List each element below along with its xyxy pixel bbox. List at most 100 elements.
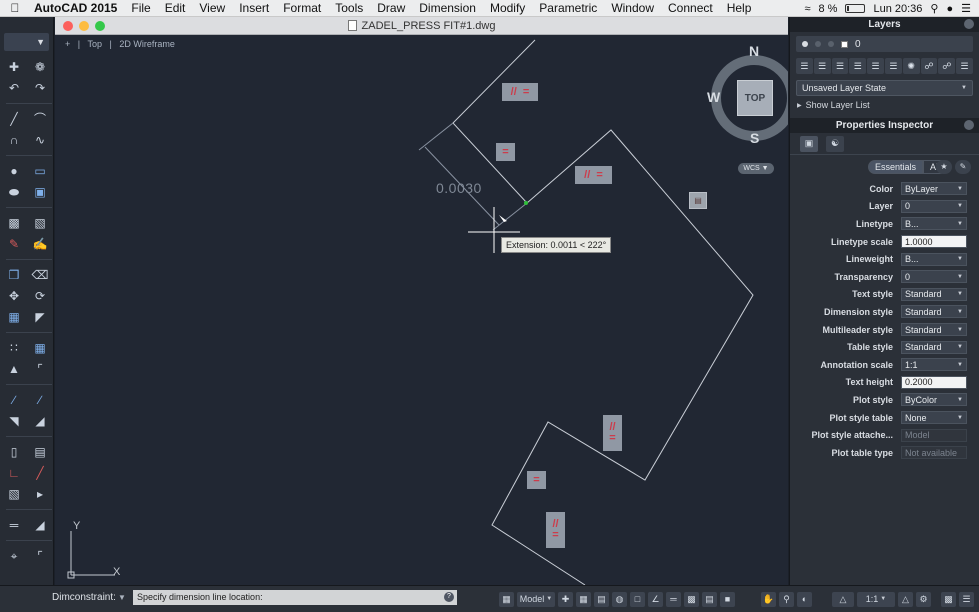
insert-block-icon[interactable]: ▧ [32,215,48,231]
quick-select-icon[interactable]: ★ [936,160,952,174]
wifi-icon[interactable]: ≈ [804,3,810,15]
ellipse-icon[interactable]: ⬬ [6,184,22,200]
menu-window[interactable]: Window [604,1,661,15]
measure-icon[interactable]: ⌖ [6,548,22,564]
region-icon[interactable]: ▣ [32,184,48,200]
battery-icon[interactable] [845,4,866,13]
pan-icon[interactable]: ✋ [761,591,776,607]
property-value[interactable]: ByColor ▼ [901,393,967,407]
customize-icon[interactable]: ☰ [959,591,974,607]
layer-color-icon[interactable] [841,40,848,48]
grid-icon[interactable]: ▦ [576,591,591,607]
aligned-dim-icon[interactable]: ◢ [32,517,48,533]
property-value[interactable]: B... ▼ [901,252,967,266]
layer-state-dropdown[interactable]: Unsaved Layer State ▼ [796,80,973,96]
palette-selector[interactable]: ▼ [4,33,49,51]
block-icon[interactable]: ▩ [6,215,22,231]
constraint-marker[interactable]: //= [603,415,622,451]
constraint-marker[interactable]: = [496,143,515,161]
zoom-icon[interactable]: ⚲ [779,591,794,607]
menu-tools[interactable]: Tools [328,1,370,15]
viewcube-top-face[interactable]: TOP [737,80,773,116]
dimension-icon[interactable]: ∟ [6,465,22,481]
layer-tool-icon[interactable]: ☰ [849,58,867,74]
arc-icon[interactable]: ⌒ [32,111,48,127]
wcs-menu[interactable]: WCS ▼ [738,163,774,174]
help-icon[interactable]: ? [444,592,454,602]
drawing-canvas[interactable]: + | Top | 2D Wireframe // = = // = //= =… [55,35,788,585]
extend-icon[interactable]: ∕ [32,392,48,408]
pick-icon[interactable]: ✎ [955,160,971,174]
plot-icon[interactable]: ▤ [689,192,707,209]
menu-dimension[interactable]: Dimension [412,1,483,15]
spline-icon[interactable]: ∿ [32,132,48,148]
layer-tool-icon[interactable]: ✺ [902,58,920,74]
property-value[interactable]: 1.0000 [901,235,967,249]
move-tool-icon[interactable]: ✚ [6,59,22,75]
selection-cycling-icon[interactable]: ▤ [702,591,717,607]
orbit-icon[interactable]: ◐ [797,591,812,607]
menu-view[interactable]: View [192,1,232,15]
object-snap-icon[interactable]: □ [630,591,645,607]
table-icon[interactable]: ▧ [6,486,22,502]
close-button[interactable] [63,21,73,31]
layer-tool-icon[interactable]: ☰ [831,58,849,74]
join-icon[interactable]: ▤ [32,444,48,460]
lineweight-icon[interactable]: ═ [666,591,681,607]
tab-object-icon[interactable]: ☯ [826,135,844,152]
workspace-icon[interactable]: ⚙ [916,591,931,607]
close-icon[interactable] [964,120,974,130]
layer-tool-icon[interactable]: ☍ [938,58,956,74]
rotate-icon[interactable]: ⟳ [32,288,48,304]
copy-icon[interactable]: ❒ [6,267,22,283]
layer-freeze-icon[interactable] [828,41,834,47]
search-icon[interactable]: ⚲ [930,2,938,15]
explode-icon[interactable]: ▯ [6,444,22,460]
undo-icon[interactable]: ↶ [6,80,22,96]
annotation-visibility-icon[interactable]: △ [832,591,854,607]
property-value[interactable]: None ▼ [901,411,967,425]
menu-app-name[interactable]: AutoCAD 2015 [30,1,124,15]
property-value[interactable]: 0.2000 [901,375,967,389]
property-value[interactable]: Standard ▼ [901,340,967,354]
show-layer-list-toggle[interactable]: ▶ Show Layer List [797,100,979,110]
menu-connect[interactable]: Connect [661,1,720,15]
property-value[interactable]: Standard ▼ [901,305,967,319]
tab-properties-icon[interactable]: ▣ [800,135,818,152]
property-value[interactable]: 1:1 ▼ [901,358,967,372]
snap-icon[interactable]: ✚ [558,591,573,607]
text-icon[interactable]: ▸ [32,486,48,502]
array-icon[interactable]: ∷ [6,340,22,356]
property-value[interactable]: 0 ▼ [901,270,967,284]
menu-help[interactable]: Help [720,1,759,15]
menu-draw[interactable]: Draw [370,1,412,15]
grid-array-icon[interactable]: ▦ [32,340,48,356]
menu-edit[interactable]: Edit [158,1,193,15]
erase-icon[interactable]: ⌫ [32,267,49,283]
linear-dim-icon[interactable]: ═ [6,517,22,533]
property-value[interactable]: Standard ▼ [901,323,967,337]
layer-tool-icon[interactable]: ☰ [956,58,973,74]
layer-tool-icon[interactable]: ☰ [884,58,902,74]
layer-tool-icon[interactable]: ☰ [796,58,813,74]
rectangle-icon[interactable]: ▭ [32,163,48,179]
menu-format[interactable]: Format [276,1,328,15]
layer-tool-icon[interactable]: ☍ [920,58,938,74]
compass-north[interactable]: N [749,43,759,59]
user-icon[interactable]: ● [946,3,953,15]
hatch-icon[interactable]: ✎ [6,236,22,252]
constraint-marker[interactable]: // = [575,166,612,184]
scale-icon[interactable]: ▦ [6,309,22,325]
globe-icon[interactable]: ❁ [32,59,48,75]
ortho-icon[interactable]: ▤ [594,591,609,607]
current-layer-dropdown[interactable]: 0 [796,36,973,52]
layer-tool-icon[interactable]: ☰ [867,58,884,74]
object-snap-tracking-icon[interactable]: ∠ [648,591,663,607]
trim-icon[interactable]: ∕ [6,392,22,408]
line-icon[interactable]: ╱ [6,111,22,127]
menu-file[interactable]: File [124,1,157,15]
minimize-button[interactable] [79,21,89,31]
mirror-icon[interactable]: ▲ [6,361,22,377]
layer-lock-icon[interactable] [815,41,821,47]
chamfer-icon[interactable]: ◢ [32,413,48,429]
